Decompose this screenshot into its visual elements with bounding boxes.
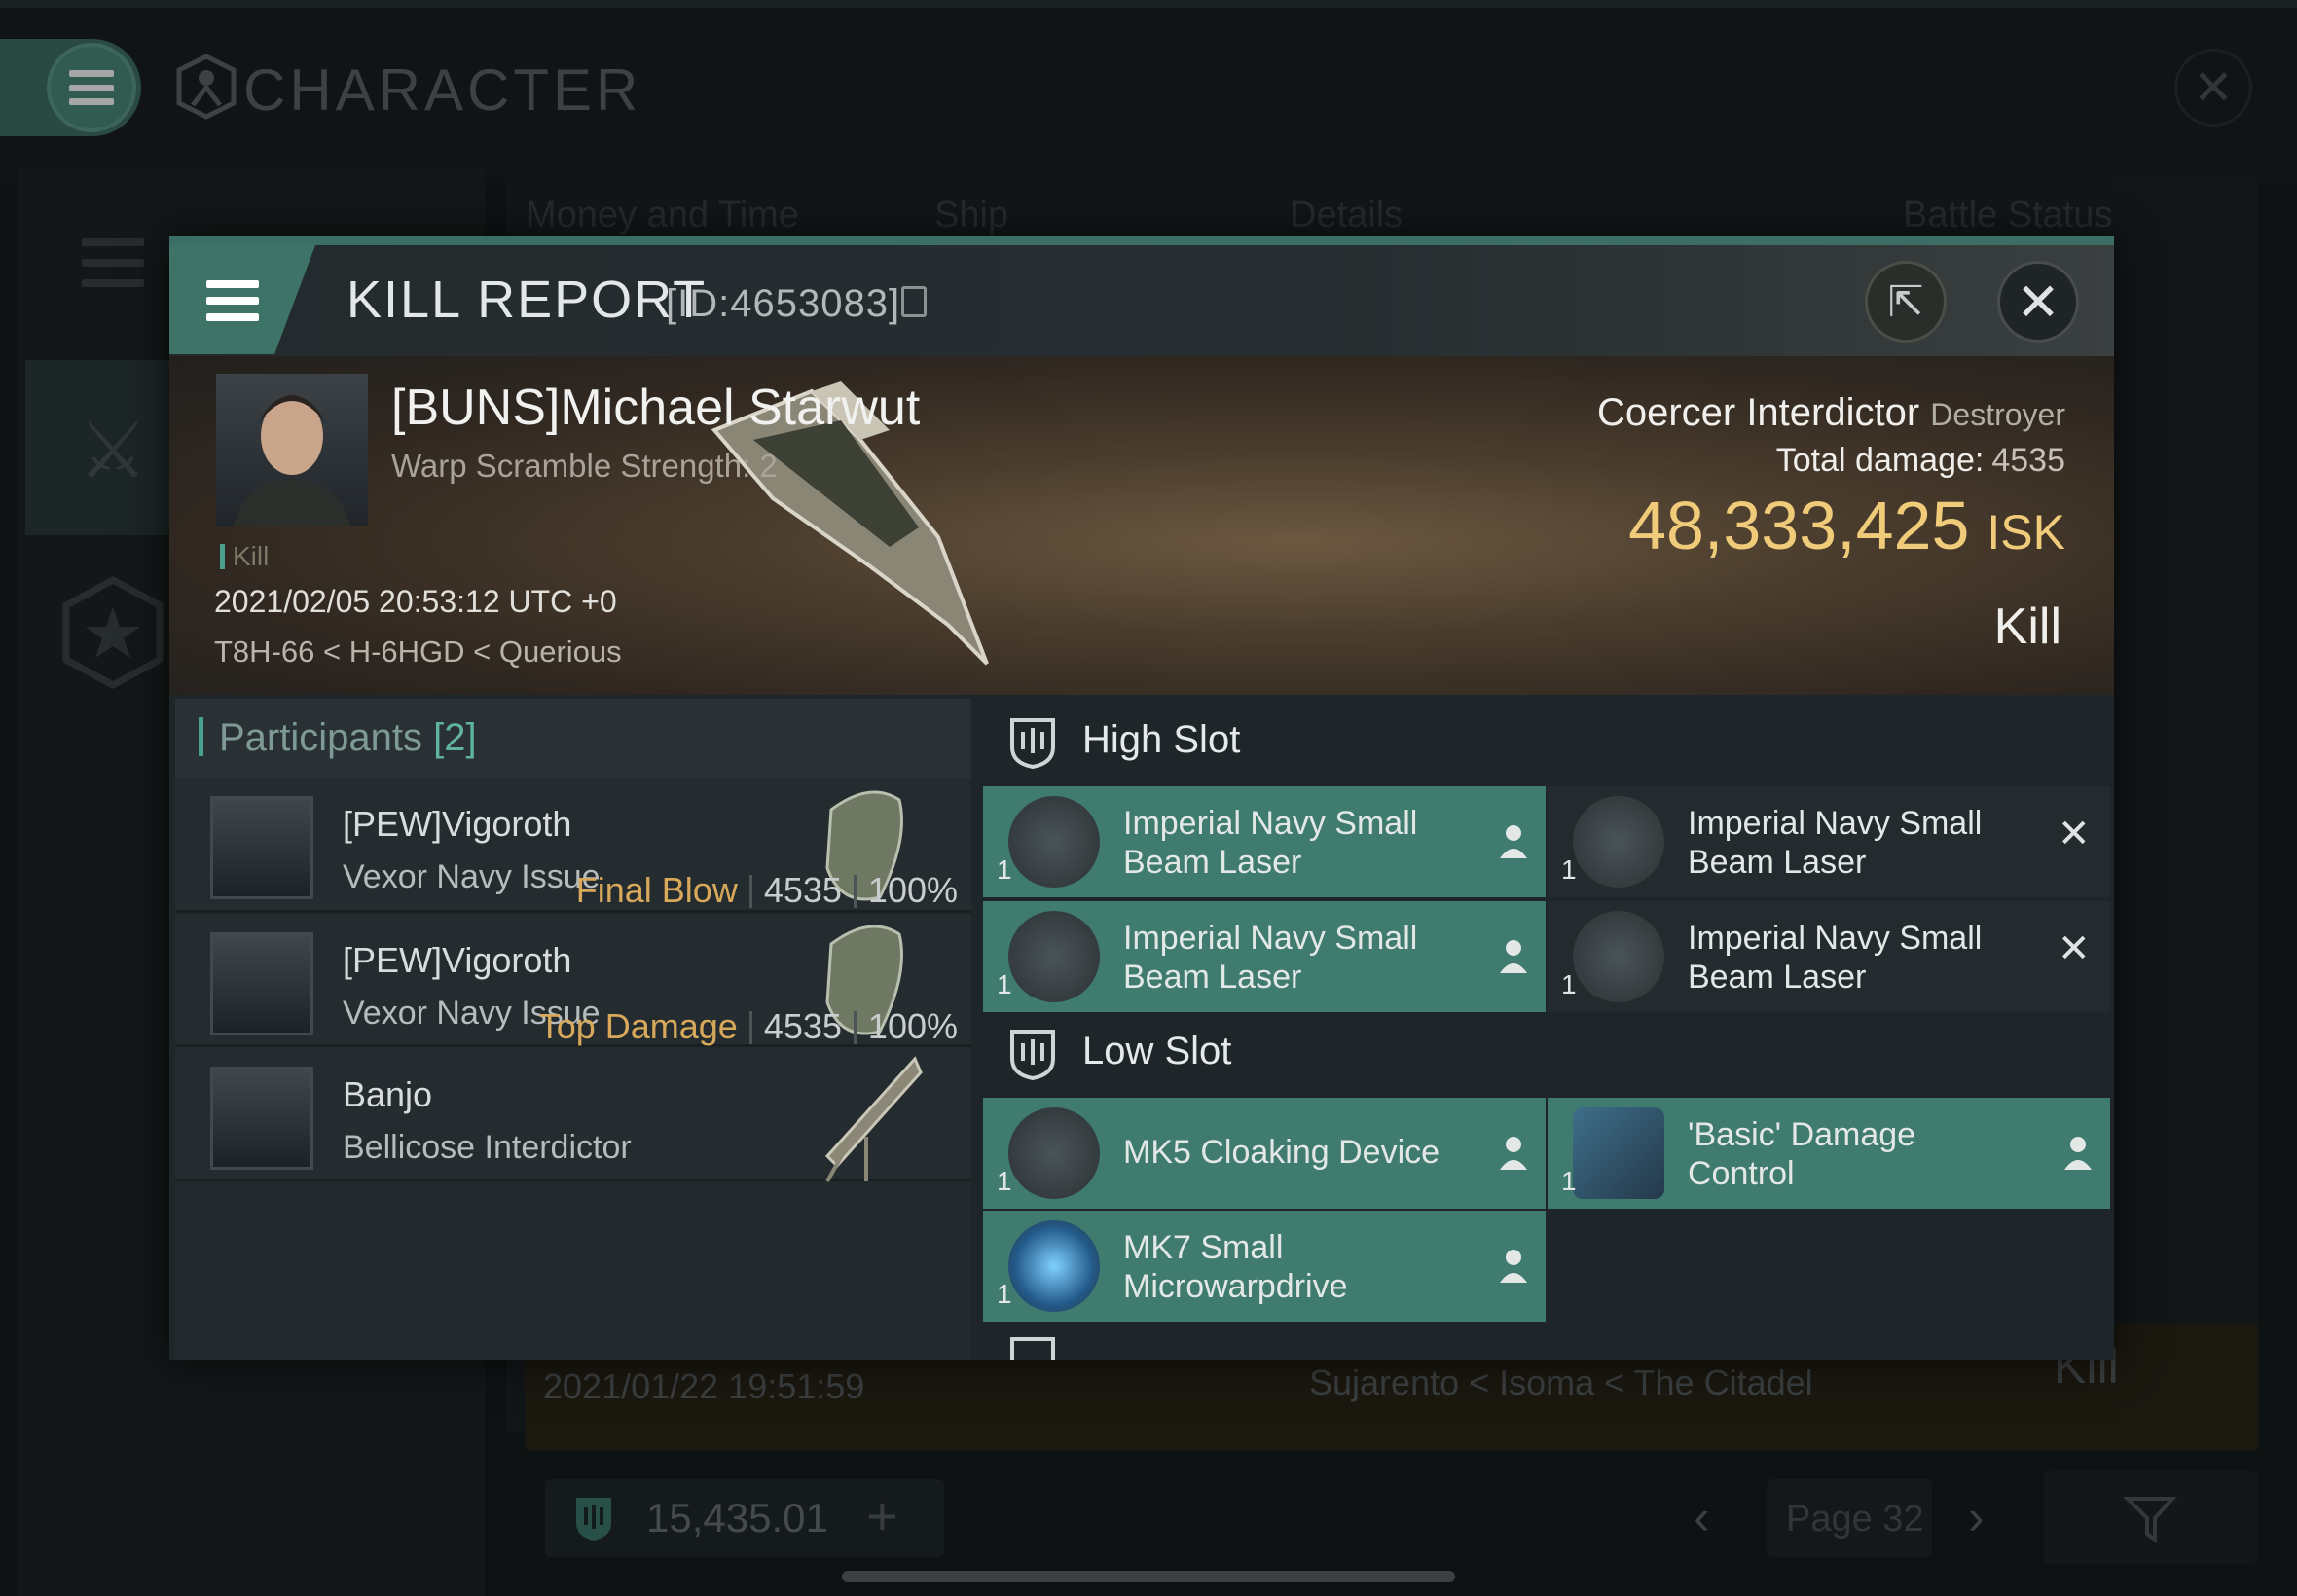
dropped-icon bbox=[2064, 1137, 2092, 1170]
participant-row[interactable]: Banjo Bellicose Interdictor bbox=[175, 1049, 971, 1182]
item-name: Imperial Navy Small Beam Laser bbox=[1123, 920, 1418, 996]
battle-result: Kill bbox=[1993, 598, 2061, 655]
total-damage-label: Total damage: bbox=[1775, 442, 1985, 479]
high-slot-icon bbox=[1010, 718, 1055, 769]
item-quantity: 1 bbox=[997, 1279, 1012, 1309]
participant-name: [PEW]Vigoroth bbox=[343, 940, 572, 980]
participant-ship: Vexor Navy Issue bbox=[343, 858, 601, 895]
participants-count: [2] bbox=[433, 716, 477, 759]
participant-stats: Final Blow 4535 100% bbox=[576, 870, 958, 911]
item-name: Imperial Navy Small Beam Laser bbox=[1688, 920, 1983, 996]
dropped-icon bbox=[1500, 1137, 1527, 1170]
participant-stats: Top Damage 4535 100% bbox=[539, 1006, 958, 1047]
isk-value: 48,333,425 ISK bbox=[1628, 487, 2065, 564]
ship-class: Destroyer bbox=[1930, 397, 2065, 432]
microwarpdrive-image bbox=[1008, 1220, 1100, 1312]
isk-amount: 48,333,425 bbox=[1628, 488, 1970, 563]
kill-timestamp: 2021/02/05 20:53:12 UTC +0 bbox=[214, 584, 617, 619]
destroyed-icon: ✕ bbox=[2058, 813, 2091, 855]
close-icon: ✕ bbox=[2016, 272, 2060, 332]
low-slot-label: Low Slot bbox=[1082, 1030, 1232, 1072]
kill-report-id: [ID:4653083] bbox=[666, 282, 901, 325]
fitting-item[interactable]: 1 Imperial Navy Small Beam Laser bbox=[983, 786, 1546, 897]
participants-label: Participants bbox=[219, 716, 422, 759]
participant-row[interactable]: [PEW]Vigoroth Vexor Navy Issue Top Damag… bbox=[175, 915, 971, 1047]
item-name: MK5 Cloaking Device bbox=[1123, 1134, 1440, 1171]
participant-damage: 4535 bbox=[763, 1006, 842, 1046]
final-blow-label: Final Blow bbox=[575, 870, 738, 910]
avatar bbox=[210, 932, 313, 1035]
kill-report-title: KILL REPORT bbox=[346, 271, 708, 329]
low-slot-icon bbox=[1010, 1030, 1055, 1080]
participants-title: Participants [2] bbox=[199, 716, 477, 760]
total-damage-value: 4535 bbox=[1991, 442, 2065, 479]
item-name: Imperial Navy Small Beam Laser bbox=[1688, 805, 1983, 881]
share-button[interactable]: ⇱ bbox=[1865, 261, 1947, 343]
close-button[interactable]: ✕ bbox=[1997, 261, 2079, 343]
participant-damage: 4535 bbox=[763, 870, 842, 910]
item-quantity: 1 bbox=[1561, 854, 1577, 885]
item-quantity: 1 bbox=[1561, 969, 1577, 999]
participant-row[interactable]: [PEW]Vigoroth Vexor Navy Issue Final Blo… bbox=[175, 780, 971, 913]
warp-scramble-strength: Warp Scramble Strength: 2 bbox=[391, 448, 778, 484]
participant-name: [PEW]Vigoroth bbox=[343, 804, 572, 844]
victim-ship-type: Coercer Interdictor Destroyer bbox=[1597, 391, 2065, 435]
beam-laser-image bbox=[1008, 911, 1100, 1002]
beam-laser-image bbox=[1573, 911, 1664, 1002]
kill-tag-label: Kill bbox=[233, 541, 270, 571]
kill-tag: Kill bbox=[220, 541, 269, 572]
external-link-icon: ⇱ bbox=[1887, 277, 1924, 326]
fitting-item[interactable]: 1 'Basic' Damage Control bbox=[1548, 1098, 2110, 1209]
modal-top-accent bbox=[169, 236, 2114, 245]
item-quantity: 1 bbox=[1561, 1166, 1577, 1196]
destroyed-icon: ✕ bbox=[2058, 927, 2091, 970]
item-name: Imperial Navy Small Beam Laser bbox=[1123, 805, 1418, 881]
participant-ship-image bbox=[824, 1056, 923, 1182]
hamburger-icon bbox=[206, 280, 259, 321]
item-quantity: 1 bbox=[997, 969, 1012, 999]
fitting-item[interactable]: 1 MK5 Cloaking Device bbox=[983, 1098, 1546, 1209]
total-damage: Total damage: 4535 bbox=[1776, 442, 2065, 480]
item-name: MK7 Small Microwarpdrive bbox=[1123, 1229, 1348, 1305]
high-slot-label: High Slot bbox=[1082, 718, 1241, 761]
kill-location[interactable]: T8H-66 < H-6HGD < Querious bbox=[214, 635, 622, 670]
dropped-icon bbox=[1500, 825, 1527, 858]
victim-name[interactable]: [BUNS]Michael Starwut bbox=[391, 379, 920, 437]
fitting-item[interactable]: 1 MK7 Small Microwarpdrive bbox=[983, 1211, 1546, 1322]
participant-name: Banjo bbox=[343, 1074, 433, 1114]
dropped-icon bbox=[1500, 1250, 1527, 1283]
fitting-item[interactable]: 1 Imperial Navy Small Beam Laser bbox=[983, 901, 1546, 1012]
beam-laser-image bbox=[1573, 796, 1664, 888]
dropped-icon bbox=[1500, 940, 1527, 973]
participant-ship: Bellicose Interdictor bbox=[343, 1129, 632, 1166]
ship-name: Coercer Interdictor bbox=[1596, 391, 1920, 434]
participant-percent: 100% bbox=[867, 870, 958, 910]
item-name: 'Basic' Damage Control bbox=[1688, 1116, 1916, 1192]
top-damage-label: Top Damage bbox=[538, 1006, 738, 1046]
mid-slot-icon bbox=[1010, 1337, 1055, 1360]
avatar bbox=[234, 395, 350, 526]
fitting-item[interactable]: 1 Imperial Navy Small Beam Laser ✕ bbox=[1548, 901, 2110, 1012]
participant-percent: 100% bbox=[867, 1006, 958, 1046]
copy-icon[interactable] bbox=[901, 286, 927, 317]
victim-portrait[interactable] bbox=[216, 374, 368, 526]
beam-laser-image bbox=[1008, 796, 1100, 888]
cloaking-device-image bbox=[1008, 1107, 1100, 1199]
item-quantity: 1 bbox=[997, 1166, 1012, 1196]
isk-unit: ISK bbox=[1987, 505, 2065, 560]
damage-control-image bbox=[1573, 1107, 1664, 1199]
item-quantity: 1 bbox=[997, 854, 1012, 885]
fitting-item[interactable]: 1 Imperial Navy Small Beam Laser ✕ bbox=[1548, 786, 2110, 897]
avatar bbox=[210, 796, 313, 899]
avatar bbox=[210, 1067, 313, 1170]
kill-report-modal: KILL REPORT [ID:4653083] ⇱ ✕ [BUNS]Micha… bbox=[169, 236, 2114, 1360]
